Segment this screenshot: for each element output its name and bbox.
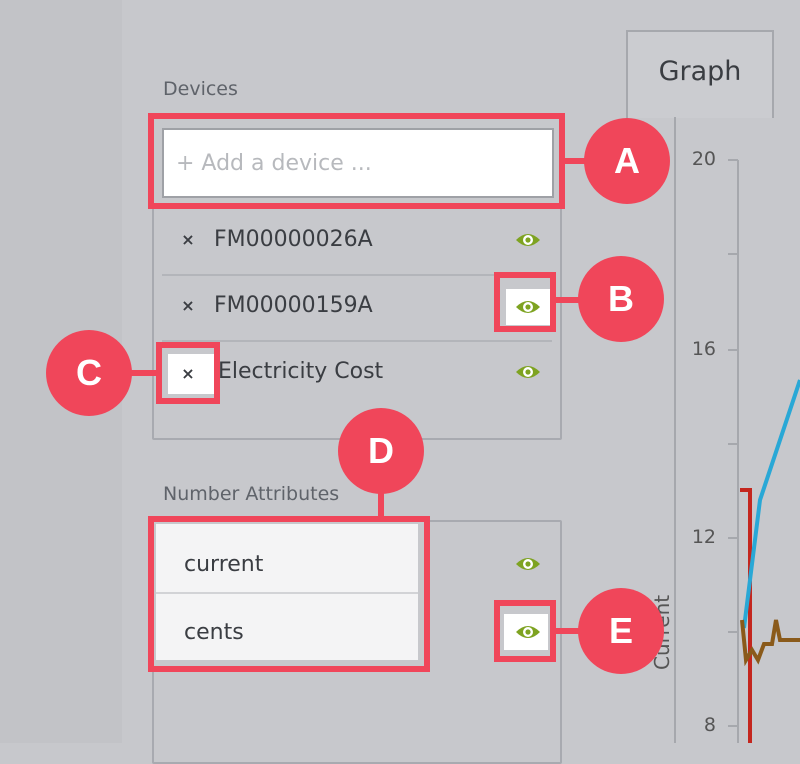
graph-area [674,117,800,743]
y-tick-label: 12 [691,526,716,548]
highlight-e [494,600,556,662]
highlight-b [494,272,556,332]
device-row: × FM00000026A [162,208,552,276]
highlight-a [148,113,565,209]
y-tick-label: 8 [703,714,716,736]
callout-badge-d: D [338,408,424,494]
callout-badge-c: C [46,330,132,416]
device-name: FM00000159A [214,293,373,318]
devices-heading: Devices [163,78,238,100]
remove-device-icon[interactable]: × [180,232,196,248]
remove-device-icon[interactable]: × [180,298,196,314]
tab-graph-label: Graph [658,56,742,87]
callout-badge-b: B [578,256,664,342]
device-name: FM00000026A [214,227,373,252]
eye-icon[interactable] [514,362,542,382]
eye-icon[interactable] [514,230,542,250]
device-name: Electricity Cost [218,359,384,384]
device-row: × Electricity Cost [162,340,552,406]
callout-badge-a: A [584,118,670,204]
highlight-c [156,342,220,404]
y-tick-label: 20 [691,148,716,170]
number-attributes-heading: Number Attributes [163,483,340,505]
tab-graph[interactable]: Graph [626,30,774,118]
highlight-d [148,516,430,672]
callout-badge-e: E [578,588,664,674]
eye-icon[interactable] [514,554,542,574]
y-tick-label: 16 [691,338,716,360]
